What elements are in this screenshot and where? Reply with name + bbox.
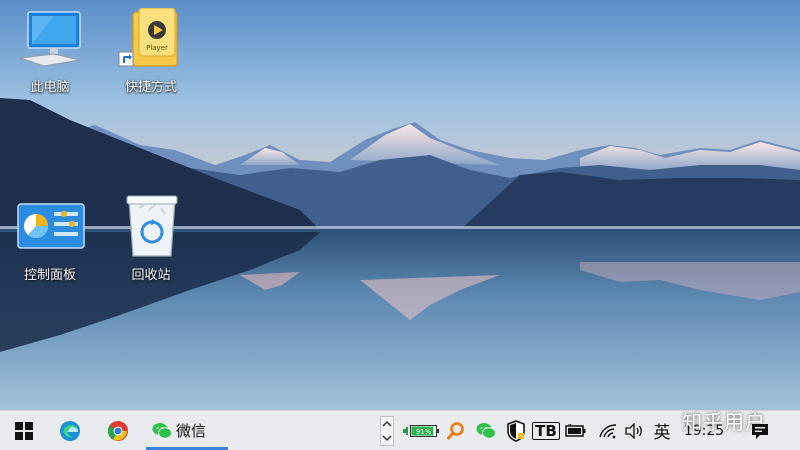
tray-ime-indicator[interactable]: 英: [650, 411, 674, 450]
chrome-icon: [107, 420, 128, 441]
desktop-icon-control-panel[interactable]: 控制面板: [5, 196, 95, 283]
tray-power-status[interactable]: [563, 411, 589, 450]
windows-logo-icon: [15, 421, 33, 440]
battery-percent-text: 91%: [416, 428, 432, 436]
desktop-icon-recycle-bin[interactable]: 回收站: [106, 192, 196, 283]
chevron-up-icon: [380, 415, 394, 446]
video-player-shortcut-icon: Player: [115, 7, 187, 70]
start-button[interactable]: [6, 411, 42, 450]
recycle-bin-icon: [115, 192, 187, 258]
taskbar-app-label: 微信: [176, 422, 207, 440]
desktop-icon-label: 此电脑: [30, 80, 70, 95]
battery-icon: 91%: [403, 424, 439, 437]
desktop: 此电脑 Player 快捷方式 控制面板 回收站 微信 91% TB 英 19:…: [0, 0, 800, 450]
svg-text:Player: Player: [146, 44, 168, 52]
desktop-icon-label: 快捷方式: [124, 80, 177, 95]
battery-charging-icon: [565, 423, 586, 437]
desktop-icon-label: 回收站: [131, 268, 171, 283]
taskbar: 微信 91% TB 英 19:25: [0, 410, 800, 450]
magnifier-icon: [447, 421, 464, 439]
tray-security[interactable]: [503, 411, 529, 450]
zhihu-watermark: 知乎用户: [682, 410, 766, 434]
tb-icon: TB: [532, 421, 560, 440]
tray-tb-app[interactable]: TB: [532, 411, 560, 450]
wechat-icon: [152, 422, 172, 439]
control-panel-icon: [14, 196, 86, 258]
tray-search-app[interactable]: [444, 411, 468, 450]
desktop-icon-shortcut[interactable]: Player 快捷方式: [106, 7, 196, 95]
tray-overflow-button[interactable]: [376, 411, 398, 450]
taskbar-edge-button[interactable]: [50, 411, 90, 450]
tray-wechat[interactable]: [473, 411, 499, 450]
tray-volume[interactable]: [622, 411, 646, 450]
wechat-icon: [476, 422, 496, 439]
desktop-icon-label: 控制面板: [23, 268, 76, 283]
tray-battery-indicator[interactable]: 91%: [402, 411, 440, 450]
speaker-icon: [625, 422, 642, 439]
desktop-icon-this-pc[interactable]: 此电脑: [5, 8, 95, 95]
tray-wifi[interactable]: [596, 411, 620, 450]
taskbar-chrome-button[interactable]: [98, 411, 138, 450]
taskbar-wechat-button[interactable]: 微信: [146, 411, 228, 450]
wifi-icon: [599, 423, 617, 438]
shield-icon: [507, 419, 525, 442]
ime-label: 英: [653, 423, 671, 443]
computer-icon: [14, 8, 86, 70]
edge-icon: [60, 420, 80, 441]
